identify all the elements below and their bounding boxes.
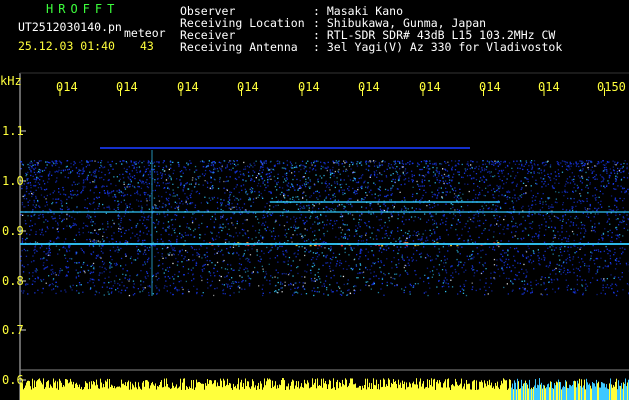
time-label: 0150 — [597, 80, 626, 94]
time-label: 014 — [116, 80, 138, 94]
y-tick-label: 0.6 — [2, 373, 24, 387]
noise-field — [20, 160, 629, 297]
time-label: 014 — [177, 80, 199, 94]
y-tick-label: 1.0 — [2, 174, 24, 188]
time-label: 014 — [419, 80, 441, 94]
y-unit-label: kHz — [0, 74, 22, 88]
time-label: 014 — [298, 80, 320, 94]
signal-level-bar — [20, 378, 629, 400]
time-label: 014 — [479, 80, 501, 94]
y-tick-label: 0.7 — [2, 323, 24, 337]
y-tick-label: 1.1 — [2, 124, 24, 138]
y-tick-label: 0.8 — [2, 274, 24, 288]
waterfall-spectrogram — [19, 72, 629, 400]
time-label: 014 — [358, 80, 380, 94]
time-label: 014 — [538, 80, 560, 94]
time-label: 014 — [237, 80, 259, 94]
time-label: 014 — [56, 80, 78, 94]
y-tick-label: 0.9 — [2, 224, 24, 238]
